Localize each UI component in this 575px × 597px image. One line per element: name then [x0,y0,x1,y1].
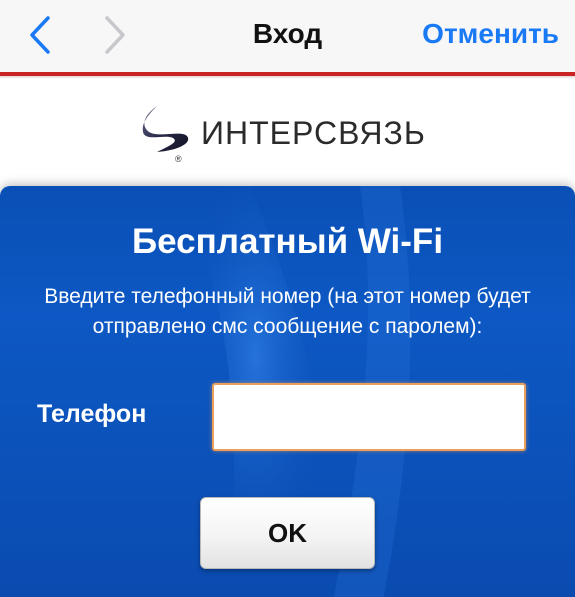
chevron-right-icon [105,16,125,54]
logo-text: ИНТЕРСВЯЗЬ [201,114,426,151]
wifi-login-panel: Бесплатный Wi-Fi Введите телефонный номе… [0,186,575,597]
chevron-left-icon [30,16,50,54]
back-button[interactable] [22,10,58,60]
forward-button[interactable] [97,10,133,60]
phone-input[interactable] [212,383,526,451]
logo-mark-icon: ® [137,102,193,164]
form-title: Бесплатный Wi-Fi [131,222,444,261]
intersvyaz-logo: ® ИНТЕРСВЯЗЬ [137,102,426,164]
phone-label: Телефон [37,400,147,428]
form-description: Введите телефонный номер (на этот номер … [44,285,531,338]
registered-mark: ® [175,154,182,164]
navbar-shadow [0,76,575,79]
screen: Вход Отменить ® ИНТЕРСВЯЗЬ Бесплатный Wi… [0,0,575,597]
cancel-button[interactable]: Отменить [422,18,559,50]
navigation-bar: Вход Отменить [0,0,575,72]
ok-button[interactable]: OK [200,497,375,569]
